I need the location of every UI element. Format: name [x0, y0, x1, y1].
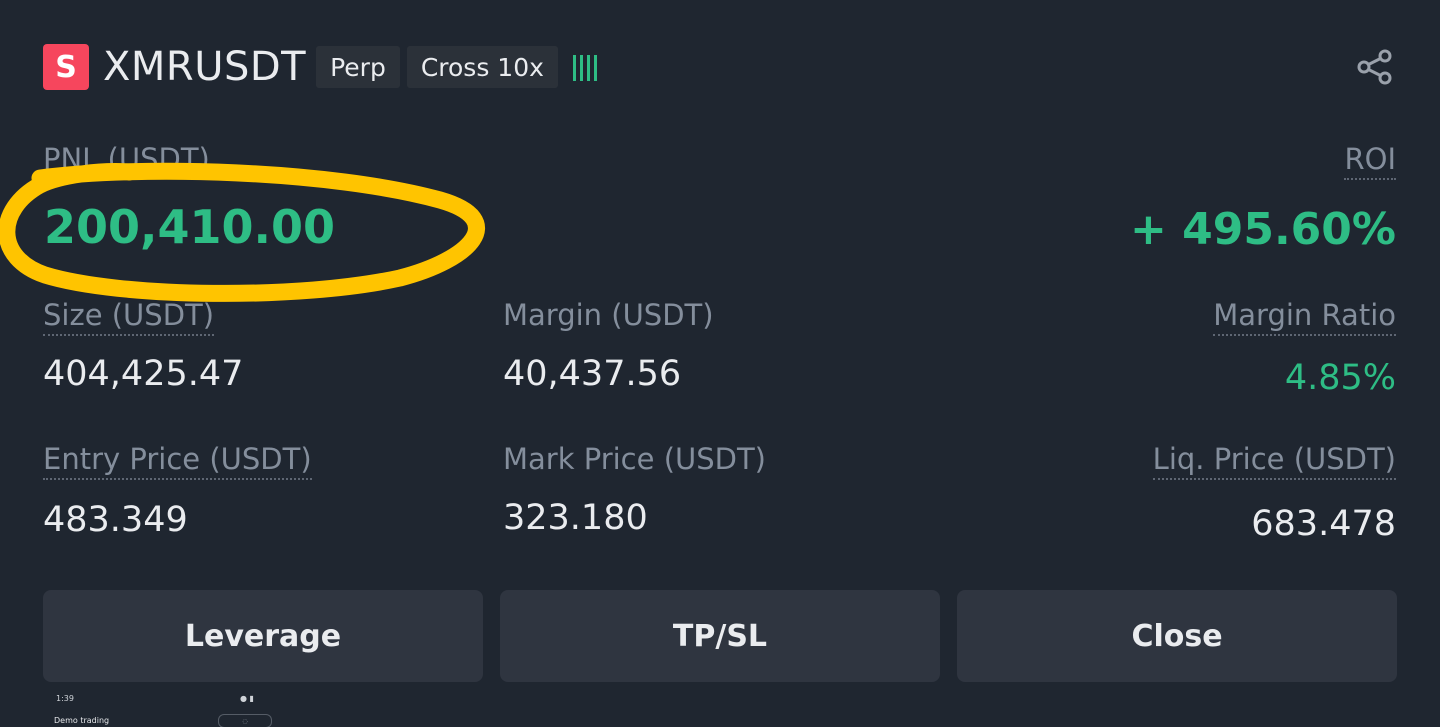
roi-value: + 495.60%: [1129, 204, 1396, 255]
entry-price-value: 483.349: [43, 500, 188, 540]
signal-bars-icon: [572, 53, 597, 81]
perp-tag: Perp: [316, 46, 400, 88]
margin-ratio-label[interactable]: Margin Ratio: [1213, 298, 1396, 336]
share-icon[interactable]: [1356, 48, 1394, 86]
size-value: 404,425.47: [43, 354, 244, 394]
mark-price-label: Mark Price (USDT): [503, 442, 766, 476]
mini-pill: ◌: [218, 714, 272, 727]
leverage-button[interactable]: Leverage: [43, 590, 483, 682]
entry-price-label[interactable]: Entry Price (USDT): [43, 442, 312, 480]
mini-demo-title: Demo trading: [54, 716, 110, 725]
roi-label[interactable]: ROI: [1344, 142, 1396, 180]
position-header: S XMRUSDT Perp Cross 10x: [43, 44, 597, 90]
tpsl-button[interactable]: TP/SL: [500, 590, 940, 682]
side-logo: S: [43, 44, 89, 90]
mini-status-time: 1:39: [56, 694, 74, 703]
margin-mode-tag[interactable]: Cross 10x: [406, 46, 558, 88]
symbol-title[interactable]: XMRUSDT: [103, 44, 306, 90]
liq-price-label[interactable]: Liq. Price (USDT): [1152, 442, 1396, 480]
position-card: S XMRUSDT Perp Cross 10x PNL (USDT) 200,…: [0, 0, 1440, 727]
margin-value: 40,437.56: [503, 354, 682, 394]
mini-status-icons: ● ▮: [240, 694, 254, 703]
liq-price-value: 683.478: [1251, 504, 1396, 544]
margin-label: Margin (USDT): [503, 298, 714, 332]
close-position-button[interactable]: Close: [957, 590, 1397, 682]
pnl-label: PNL (USDT): [43, 142, 210, 176]
pnl-value: 200,410.00: [44, 200, 336, 254]
mark-price-value: 323.180: [503, 498, 648, 538]
margin-ratio-value: 4.85%: [1284, 358, 1396, 398]
size-label[interactable]: Size (USDT): [43, 298, 215, 336]
